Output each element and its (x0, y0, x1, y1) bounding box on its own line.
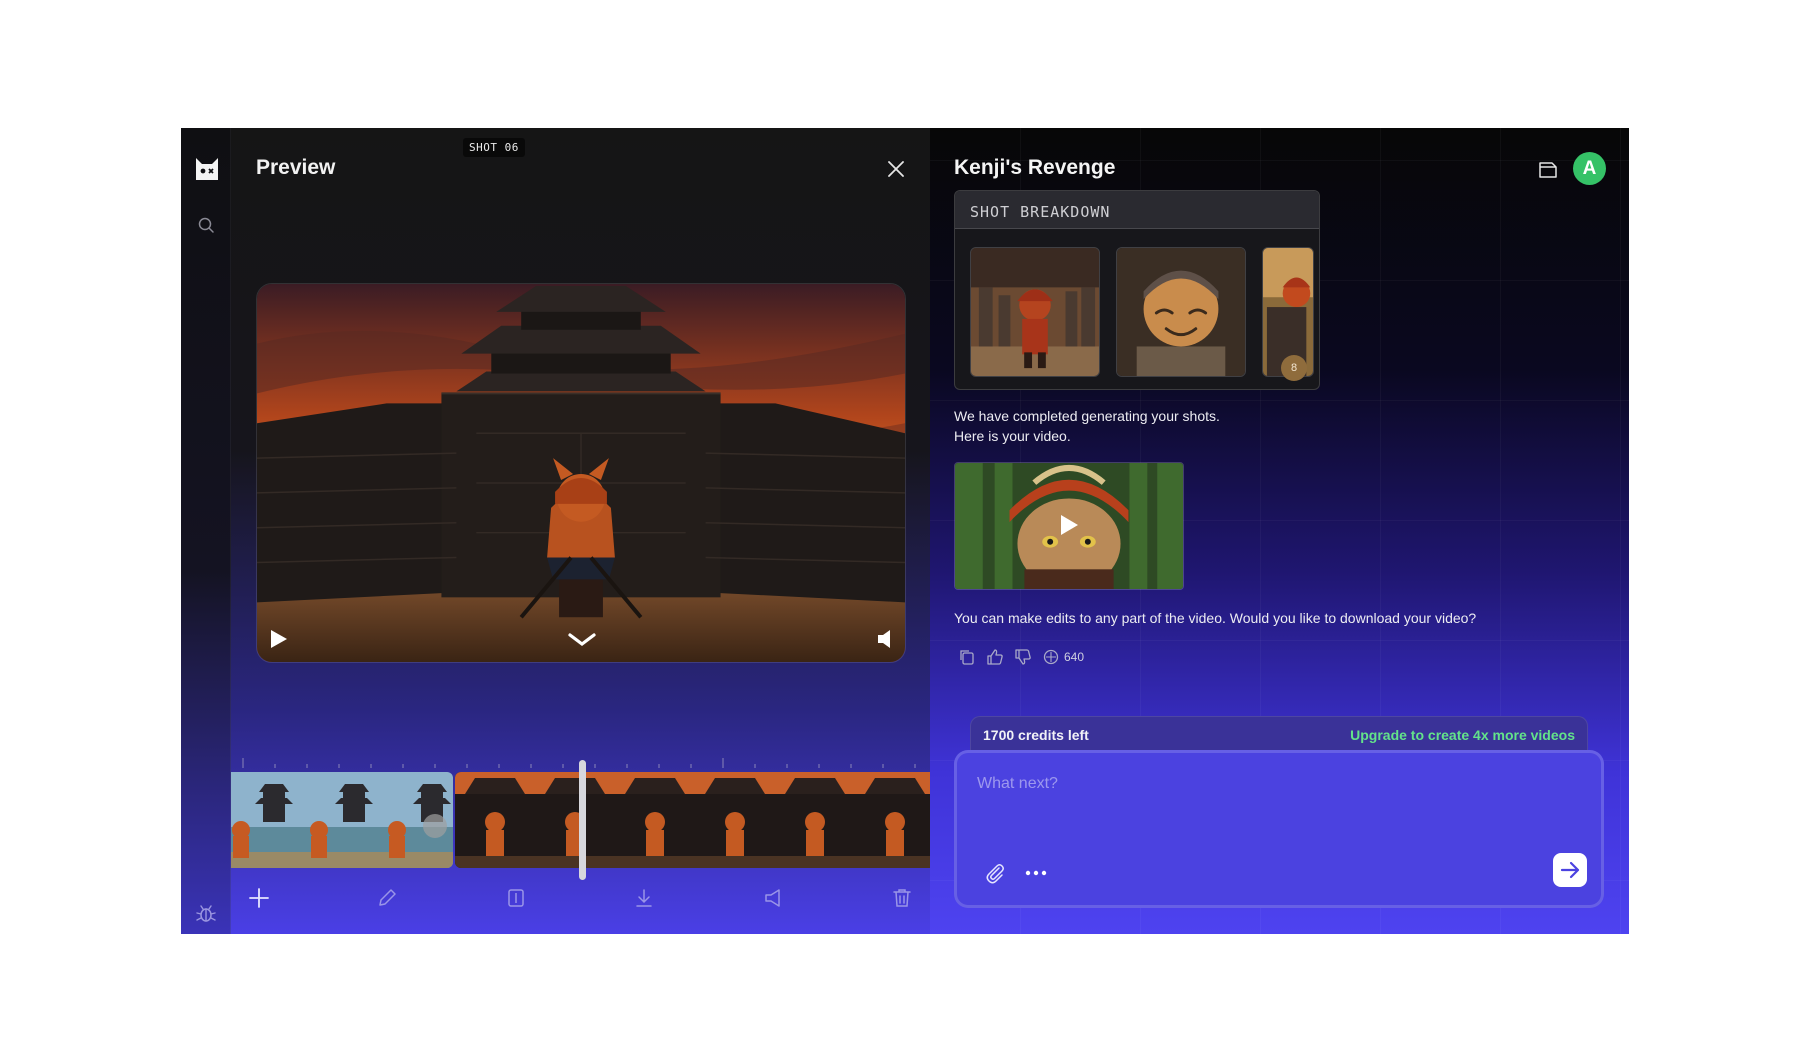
shot-thumbnails (970, 247, 1319, 377)
video-player[interactable] (256, 283, 906, 663)
chat-panel: Kenji's Revenge A SHOT BREAKDOWN 8 We ha… (930, 128, 1629, 934)
avatar[interactable]: A (1573, 152, 1606, 185)
folder-icon[interactable] (1536, 158, 1560, 182)
logo-icon[interactable] (194, 156, 220, 182)
shot-breakdown-title: SHOT BREAKDOWN (955, 191, 1319, 229)
thumbs-down-icon[interactable] (1014, 648, 1032, 666)
preview-title: Preview (256, 156, 336, 179)
shot-count-badge: 8 (1281, 355, 1307, 381)
play-icon[interactable] (1058, 513, 1080, 537)
play-icon[interactable] (265, 626, 291, 652)
video-frame-castle (257, 284, 905, 662)
send-button[interactable] (1553, 853, 1587, 887)
chat-composer (954, 750, 1604, 908)
audio-icon[interactable] (761, 886, 785, 910)
clip-handle[interactable] (423, 814, 447, 838)
preview-panel: Preview SHOT 06 (231, 128, 930, 934)
app-window: Preview SHOT 06 Kenji's Revenge A SHOT B… (181, 128, 1629, 934)
credits-used: 640 (1064, 650, 1085, 664)
trash-icon[interactable] (890, 886, 914, 910)
search-icon[interactable] (197, 216, 215, 234)
timeline-toolbar (231, 880, 930, 916)
bug-icon[interactable] (195, 902, 217, 924)
timeline-clip[interactable] (231, 772, 453, 868)
shot-thumbnail[interactable] (1116, 247, 1246, 377)
project-title: Kenji's Revenge (954, 156, 1116, 179)
shot-breakdown-card: SHOT BREAKDOWN 8 (954, 190, 1320, 390)
thumbs-up-icon[interactable] (986, 648, 1004, 666)
download-icon[interactable] (632, 886, 656, 910)
timeline-clip[interactable] (455, 772, 930, 868)
video-result-thumbnail[interactable] (954, 462, 1184, 590)
split-icon[interactable] (504, 886, 528, 910)
message-text: We have completed generating your shots. (954, 408, 1220, 424)
message-text: Here is your video. (954, 428, 1071, 444)
copy-icon[interactable] (958, 648, 976, 666)
left-rail (181, 128, 231, 934)
shot-thumbnail[interactable] (970, 247, 1100, 377)
arrow-right-icon (1560, 861, 1580, 879)
playhead[interactable] (579, 760, 586, 880)
paperclip-icon[interactable] (983, 861, 1007, 885)
assistant-message: You can make edits to any part of the vi… (954, 610, 1477, 626)
shot-label: SHOT 06 (463, 138, 525, 157)
more-icon[interactable] (1023, 861, 1049, 885)
plus-icon[interactable] (247, 886, 271, 910)
credits-icon (1043, 649, 1059, 665)
close-icon[interactable] (885, 158, 907, 180)
message-actions: 640 (958, 647, 1084, 667)
assistant-message: We have completed generating your shots.… (954, 406, 1220, 446)
chevron-down-icon[interactable] (567, 630, 597, 650)
upgrade-link[interactable]: Upgrade to create 4x more videos (1350, 727, 1575, 743)
pencil-icon[interactable] (375, 886, 399, 910)
volume-icon[interactable] (875, 628, 899, 650)
prompt-input[interactable] (977, 771, 1577, 797)
credits-left: 1700 credits left (983, 727, 1089, 743)
